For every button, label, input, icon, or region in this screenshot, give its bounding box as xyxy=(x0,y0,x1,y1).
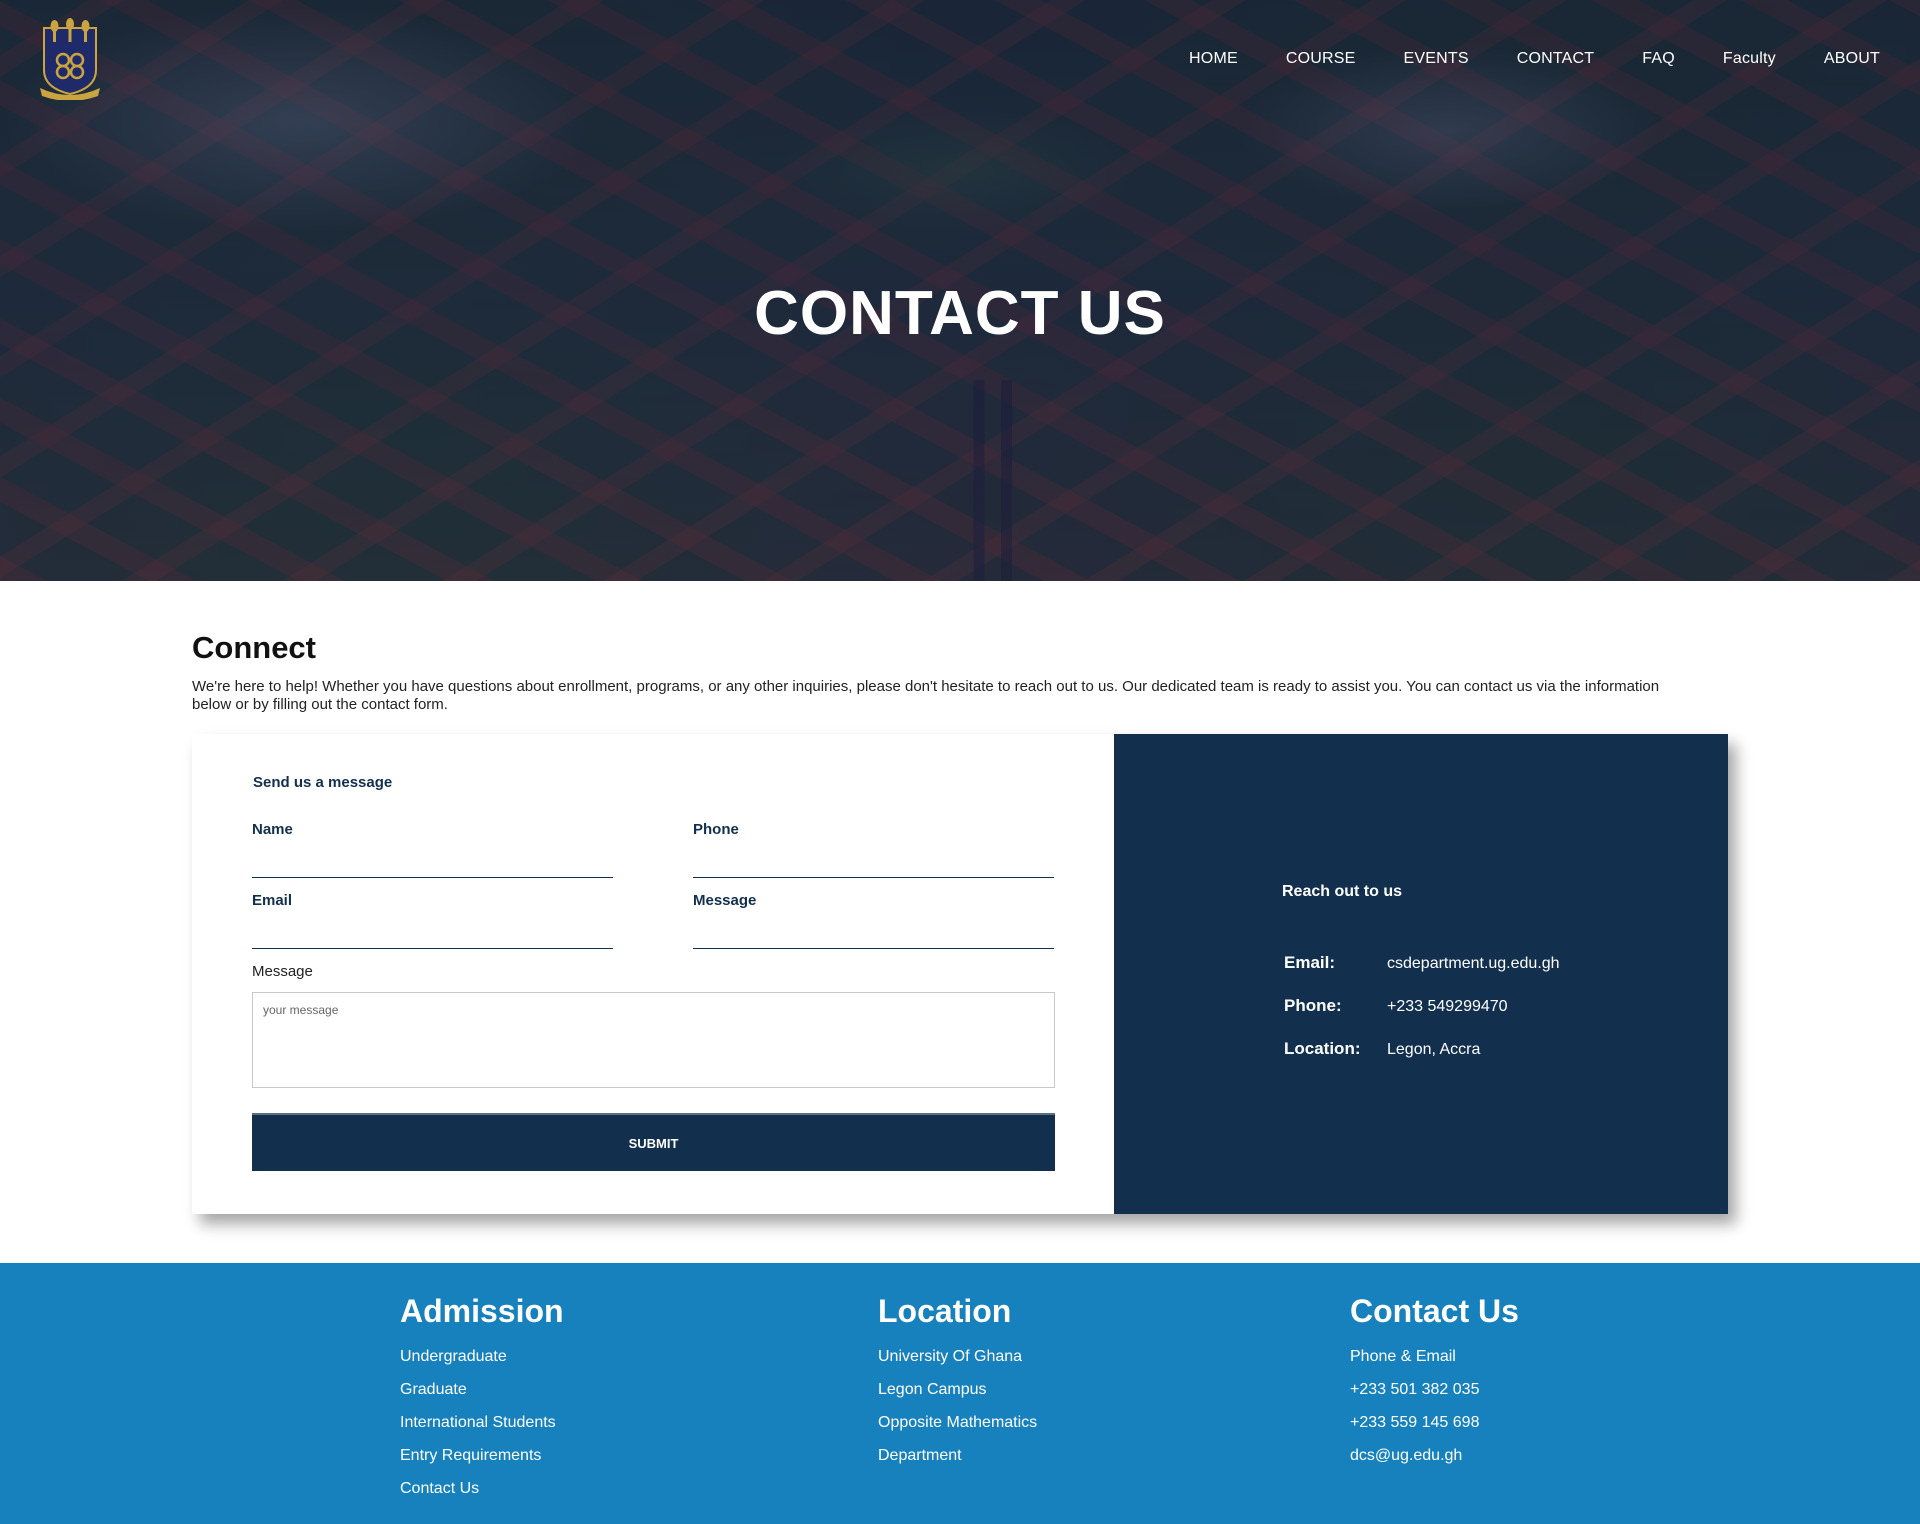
phone-label: Phone xyxy=(693,821,739,838)
email-field-group: Email xyxy=(252,892,613,949)
footer-phone-link[interactable]: +233 501 382 035 xyxy=(1350,1373,1519,1406)
nav-faculty[interactable]: Faculty xyxy=(1723,50,1776,68)
nav-faq[interactable]: FAQ xyxy=(1642,50,1675,68)
reach-location-value: Legon, Accra xyxy=(1387,1041,1481,1058)
footer-link-international[interactable]: International Students xyxy=(400,1406,564,1439)
reach-email-row: Email: csdepartment.ug.edu.gh xyxy=(1284,953,1560,973)
nav-course[interactable]: COURSE xyxy=(1286,50,1356,68)
footer-admission-column: Admission Undergraduate Graduate Interna… xyxy=(400,1293,564,1505)
phone-field-group: Phone xyxy=(693,821,1054,878)
footer-contact-heading: Contact Us xyxy=(1350,1293,1519,1329)
footer-link-entry-requirements[interactable]: Entry Requirements xyxy=(400,1439,564,1472)
reach-phone-key: Phone: xyxy=(1284,996,1342,1015)
name-input[interactable] xyxy=(252,850,613,878)
submit-button[interactable]: SUBMIT xyxy=(252,1113,1055,1171)
footer-link-graduate[interactable]: Graduate xyxy=(400,1373,564,1406)
main-nav: HOME COURSE EVENTS CONTACT FAQ Faculty A… xyxy=(1141,50,1880,68)
form-title: Send us a message xyxy=(253,774,393,791)
reach-location-key: Location: xyxy=(1284,1039,1361,1058)
footer-link-undergraduate[interactable]: Undergraduate xyxy=(400,1340,564,1373)
nav-home[interactable]: HOME xyxy=(1189,50,1238,68)
site-footer: Admission Undergraduate Graduate Interna… xyxy=(0,1263,1920,1524)
reach-title: Reach out to us xyxy=(1282,883,1403,900)
footer-link-contact-us[interactable]: Contact Us xyxy=(400,1472,564,1505)
university-crest-icon[interactable] xyxy=(36,18,104,100)
footer-location-heading: Location xyxy=(878,1293,1012,1329)
footer-location-line: Department xyxy=(878,1447,962,1464)
footer-location-line: Legon Campus xyxy=(878,1381,987,1398)
footer-phone-link[interactable]: +233 559 145 698 xyxy=(1350,1406,1519,1439)
email-input[interactable] xyxy=(252,921,613,949)
phone-input[interactable] xyxy=(693,850,1054,878)
hero-banner: HOME COURSE EVENTS CONTACT FAQ Faculty A… xyxy=(0,0,1920,581)
reach-phone-value: +233 549299470 xyxy=(1387,998,1508,1015)
footer-email-link[interactable]: dcs@ug.edu.gh xyxy=(1350,1439,1519,1472)
message-textarea[interactable] xyxy=(252,992,1055,1088)
reach-email-value: csdepartment.ug.edu.gh xyxy=(1387,955,1560,972)
footer-location-column: Location University Of Ghana Legon Campu… xyxy=(878,1293,1037,1472)
footer-contact-line: Phone & Email xyxy=(1350,1348,1456,1365)
reach-out-panel: Reach out to us Email: csdepartment.ug.e… xyxy=(1114,734,1728,1214)
footer-location-line: University Of Ghana xyxy=(878,1348,1023,1365)
connect-heading: Connect xyxy=(192,630,316,665)
footer-location-line: Opposite Mathematics xyxy=(878,1414,1038,1431)
page-title: CONTACT US xyxy=(754,279,1166,348)
contact-form: Send us a message Name Phone Email Messa… xyxy=(192,734,1114,1214)
message-label: Message xyxy=(252,963,313,980)
reach-email-key: Email: xyxy=(1284,953,1336,972)
message-field-group: Message xyxy=(693,892,1054,949)
footer-contact-column: Contact Us Phone & Email +233 501 382 03… xyxy=(1350,1293,1519,1472)
name-label: Name xyxy=(252,821,293,838)
connect-description: We're here to help! Whether you have que… xyxy=(192,678,1660,713)
contact-card: Send us a message Name Phone Email Messa… xyxy=(192,734,1728,1214)
email-label: Email xyxy=(252,892,293,909)
connect-section: Connect We're here to help! Whether you … xyxy=(192,630,1692,714)
name-field-group: Name xyxy=(252,821,613,878)
reach-location-row: Location: Legon, Accra xyxy=(1284,1039,1480,1059)
nav-events[interactable]: EVENTS xyxy=(1404,50,1469,68)
message-subject-input[interactable] xyxy=(693,921,1054,949)
footer-admission-heading: Admission xyxy=(400,1293,564,1329)
hero-background-road xyxy=(935,380,1045,581)
reach-phone-row: Phone: +233 549299470 xyxy=(1284,996,1508,1016)
message-subject-label: Message xyxy=(693,892,757,909)
nav-about[interactable]: ABOUT xyxy=(1824,50,1880,68)
nav-contact[interactable]: CONTACT xyxy=(1517,50,1595,68)
